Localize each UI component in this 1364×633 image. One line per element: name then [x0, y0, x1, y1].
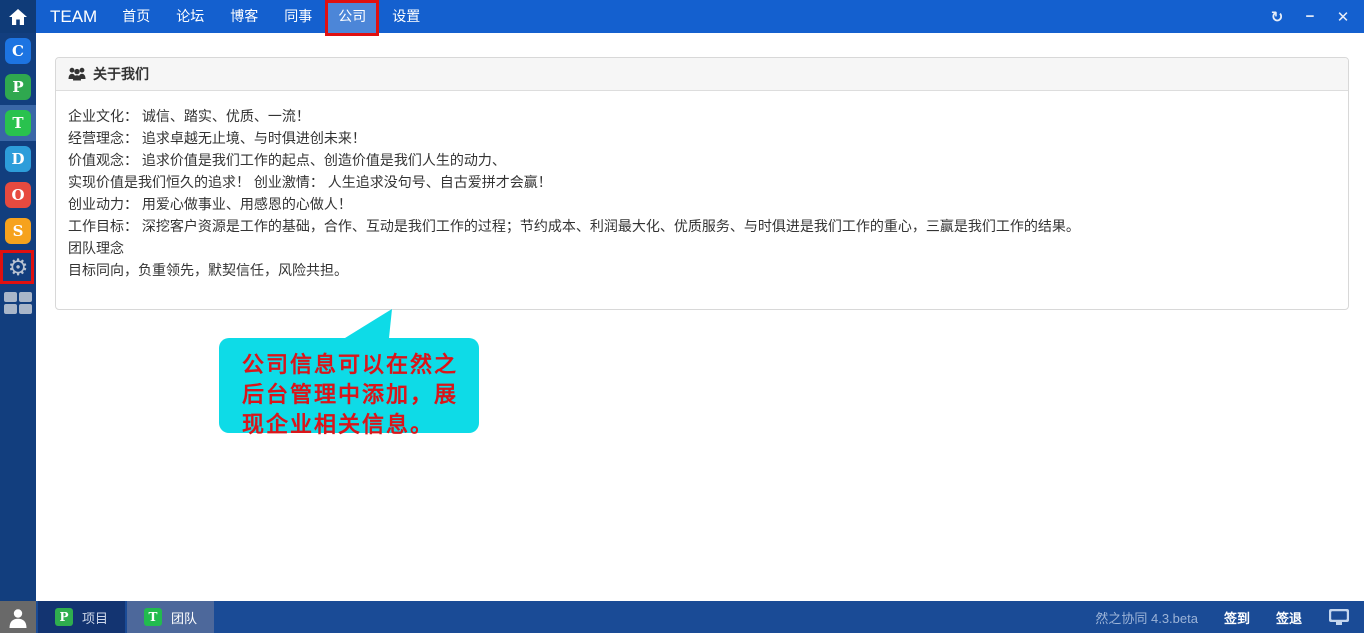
sidebar-app-crm[interactable]: C	[0, 33, 36, 69]
version-label: 然之协同 4.3.beta	[1095, 610, 1198, 626]
user-avatar-button[interactable]	[0, 601, 36, 633]
crm-app-icon: C	[5, 38, 31, 64]
gear-icon: ⚙	[7, 253, 29, 280]
refresh-icon[interactable]: ↻	[1270, 8, 1284, 26]
nav-item-company-label: 公司	[338, 8, 367, 24]
nav-item-settings[interactable]: 设置	[379, 0, 433, 33]
minimize-icon[interactable]: −	[1303, 8, 1317, 25]
about-line: 实现价值是我们恒久的追求！ 创业激情： 人生追求没句号、自古爱拼才会赢！	[68, 174, 552, 190]
about-line: 团队理念	[68, 240, 124, 256]
taskbar-item-project[interactable]: P 项目	[38, 601, 126, 633]
panel-header: 关于我们	[56, 58, 1348, 91]
app-grid-icon	[4, 292, 32, 314]
project-task-icon: P	[55, 608, 73, 626]
topbar: TEAM 首页 论坛 博客 同事 公司 设置 ↻ − ✕	[0, 0, 1364, 36]
nav-item-home[interactable]: 首页	[109, 0, 163, 33]
sys-app-icon: S	[5, 218, 31, 244]
oa-app-icon: O	[5, 182, 31, 208]
panel-title: 关于我们	[93, 66, 149, 82]
brand-title[interactable]: TEAM	[36, 0, 109, 33]
about-line: 工作目标： 深挖客户资源是工作的基础，合作、互动是我们工作的过程；节约成本、利润…	[68, 218, 1080, 234]
main-content: 关于我们 企业文化： 诚信、踏实、优质、一流！ 经营理念： 追求卓越无止境、与时…	[36, 33, 1364, 601]
about-line: 企业文化： 诚信、踏实、优质、一流！	[68, 108, 310, 124]
team-task-icon: T	[144, 608, 163, 626]
about-line: 目标同向，负重领先，默契信任，风险共担。	[68, 262, 348, 278]
users-icon	[68, 67, 86, 81]
sidebar-app-team[interactable]: T	[0, 105, 36, 141]
close-icon[interactable]: ✕	[1336, 8, 1350, 26]
sidebar-app-sys[interactable]: S	[0, 213, 36, 249]
nav-item-forum[interactable]: 论坛	[163, 0, 217, 33]
about-line: 经营理念： 追求卓越无止境、与时俱进创未来！	[68, 130, 366, 146]
top-nav: 首页 论坛 博客 同事 公司 设置	[109, 0, 433, 36]
callout-tail	[345, 309, 392, 338]
doc-app-icon: D	[5, 146, 31, 172]
sidebar-app-project[interactable]: P	[0, 69, 36, 105]
team-app-icon: T	[5, 110, 31, 136]
about-line: 价值观念： 追求价值是我们工作的起点、创造价值是我们人生的动力、	[68, 152, 506, 168]
panel-body: 企业文化： 诚信、踏实、优质、一流！ 经营理念： 追求卓越无止境、与时俱进创未来…	[56, 91, 1348, 295]
footer-right: 然之协同 4.3.beta 签到 签退	[1095, 601, 1364, 633]
home-button[interactable]	[0, 0, 36, 33]
taskbar-item-team-label: 团队	[171, 610, 198, 626]
sign-in-link[interactable]: 签到	[1224, 608, 1250, 627]
sidebar-app-doc[interactable]: D	[0, 141, 36, 177]
annotation-callout: 公司信息可以在然之 后台管理中添加，展 现企业相关信息。	[219, 309, 479, 438]
app-sidebar: C P T D O S ⚙	[0, 33, 36, 601]
window-controls: ↻ − ✕	[1270, 0, 1350, 33]
footer-bar: P 项目 T 团队 然之协同 4.3.beta 签到 签退	[0, 601, 1364, 633]
sign-out-link[interactable]: 签退	[1276, 608, 1302, 627]
monitor-icon[interactable]	[1328, 608, 1350, 626]
nav-item-company[interactable]: 公司	[325, 0, 380, 36]
about-line: 创业动力： 用爱心做事业、用感恩的心做人！	[68, 196, 352, 212]
taskbar-item-project-label: 项目	[82, 610, 109, 626]
avatar-icon	[9, 609, 27, 628]
project-app-icon: P	[5, 74, 31, 100]
nav-item-blog[interactable]: 博客	[217, 0, 271, 33]
home-icon	[9, 8, 27, 25]
nav-item-colleagues[interactable]: 同事	[271, 0, 325, 33]
sidebar-app-oa[interactable]: O	[0, 177, 36, 213]
taskbar-item-team[interactable]: T 团队	[127, 601, 215, 633]
about-us-panel: 关于我们 企业文化： 诚信、踏实、优质、一流！ 经营理念： 追求卓越无止境、与时…	[55, 57, 1349, 310]
callout-text: 公司信息可以在然之 后台管理中添加，展 现企业相关信息。	[242, 352, 459, 438]
sidebar-settings-button[interactable]: ⚙	[0, 249, 36, 285]
sidebar-all-apps-button[interactable]	[0, 285, 36, 321]
